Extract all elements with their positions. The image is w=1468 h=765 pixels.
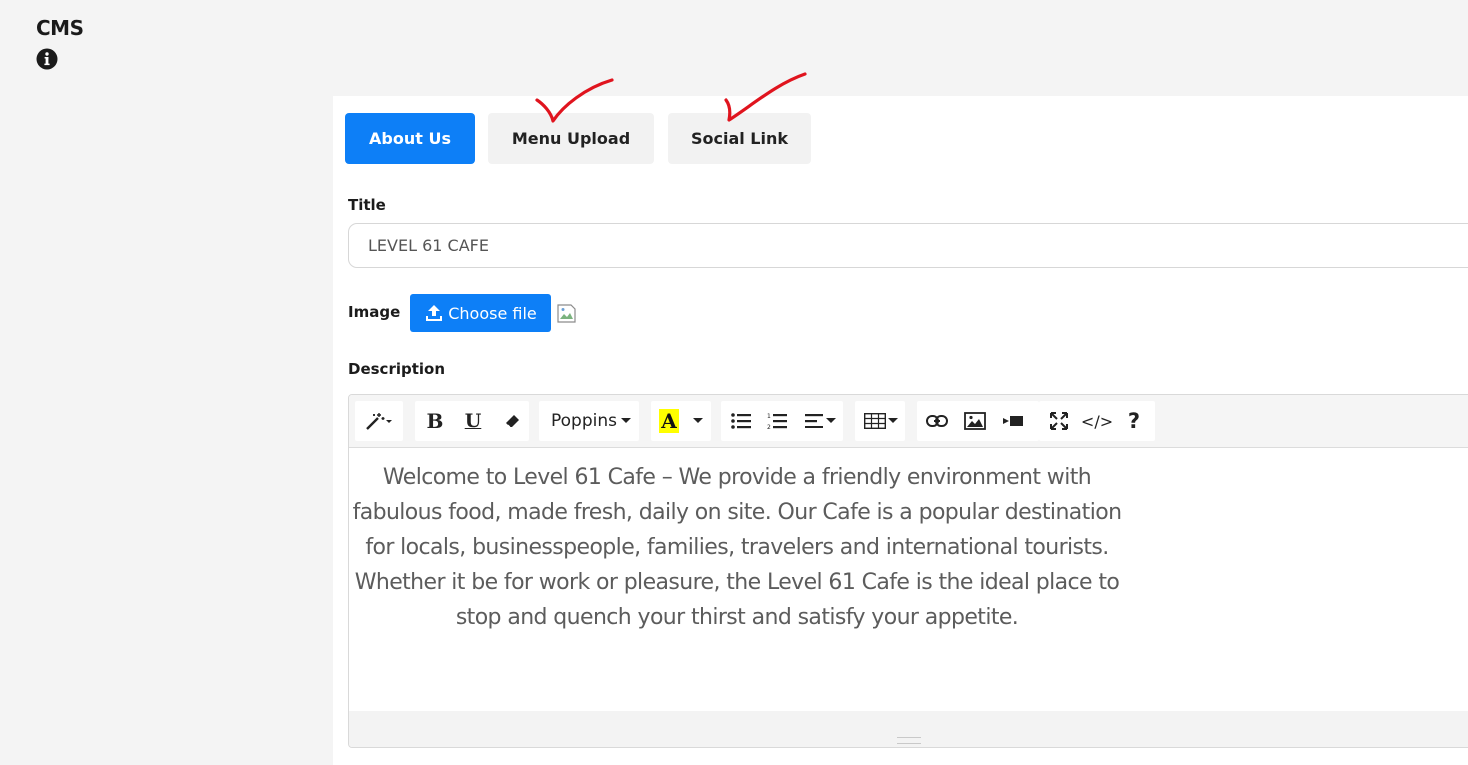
table-dropdown-button[interactable] [861, 404, 901, 438]
video-icon[interactable] [999, 404, 1027, 438]
caret-down-icon [888, 418, 898, 423]
editor-statusbar [349, 711, 1468, 747]
cms-card: About Us Menu Upload Social Link Title I… [333, 72, 1468, 765]
ordered-list-icon[interactable]: 12 [763, 404, 791, 438]
editor-toolbar: B U Poppins A 1 2 </> ? [349, 395, 1468, 448]
caret-down-icon [620, 418, 631, 423]
font-family-dropdown[interactable]: Poppins [545, 404, 637, 438]
style-dropdown-button[interactable] [359, 404, 399, 438]
caret-down-icon [825, 418, 836, 423]
font-family-label: Poppins [551, 411, 617, 431]
align-icon [804, 414, 823, 428]
table-icon [864, 413, 886, 429]
link-icon[interactable] [923, 404, 951, 438]
align-dropdown-button[interactable] [801, 404, 839, 438]
tab-menu-upload[interactable]: Menu Upload [488, 113, 654, 164]
color-dropdown-button[interactable] [689, 404, 707, 438]
caret-down-icon [693, 418, 703, 423]
svg-text:1: 1 [767, 413, 771, 420]
info-circle-icon[interactable] [36, 48, 58, 70]
choose-file-button[interactable]: Choose file [410, 294, 551, 332]
rich-text-editor[interactable]: B U Poppins A 1 2 </> ? Welcome to Level… [348, 394, 1468, 748]
magic-wand-icon [366, 413, 392, 430]
title-label: Title [348, 196, 386, 214]
choose-file-label: Choose file [448, 303, 537, 323]
resize-handle[interactable] [897, 737, 921, 744]
tab-social-link[interactable]: Social Link [668, 113, 811, 164]
eraser-icon[interactable] [499, 404, 527, 438]
editor-content[interactable]: Welcome to Level 61 Cafe – We provide a … [349, 448, 1125, 635]
bold-icon[interactable]: B [421, 404, 449, 438]
underline-icon[interactable]: U [459, 404, 487, 438]
upload-icon [426, 305, 443, 321]
picture-icon[interactable] [961, 404, 989, 438]
title-input[interactable] [348, 223, 1468, 268]
unordered-list-icon[interactable] [727, 404, 755, 438]
page-title: CMS [36, 16, 84, 40]
fullscreen-icon[interactable] [1045, 404, 1073, 438]
broken-image-icon [557, 304, 576, 323]
image-label: Image [348, 303, 401, 321]
tab-about-us[interactable]: About Us [345, 113, 475, 164]
svg-text:2: 2 [767, 424, 771, 430]
help-icon[interactable]: ? [1121, 404, 1147, 438]
text-color-icon[interactable]: A [655, 404, 683, 438]
description-label: Description [348, 360, 446, 378]
code-view-icon[interactable]: </> [1081, 404, 1113, 438]
